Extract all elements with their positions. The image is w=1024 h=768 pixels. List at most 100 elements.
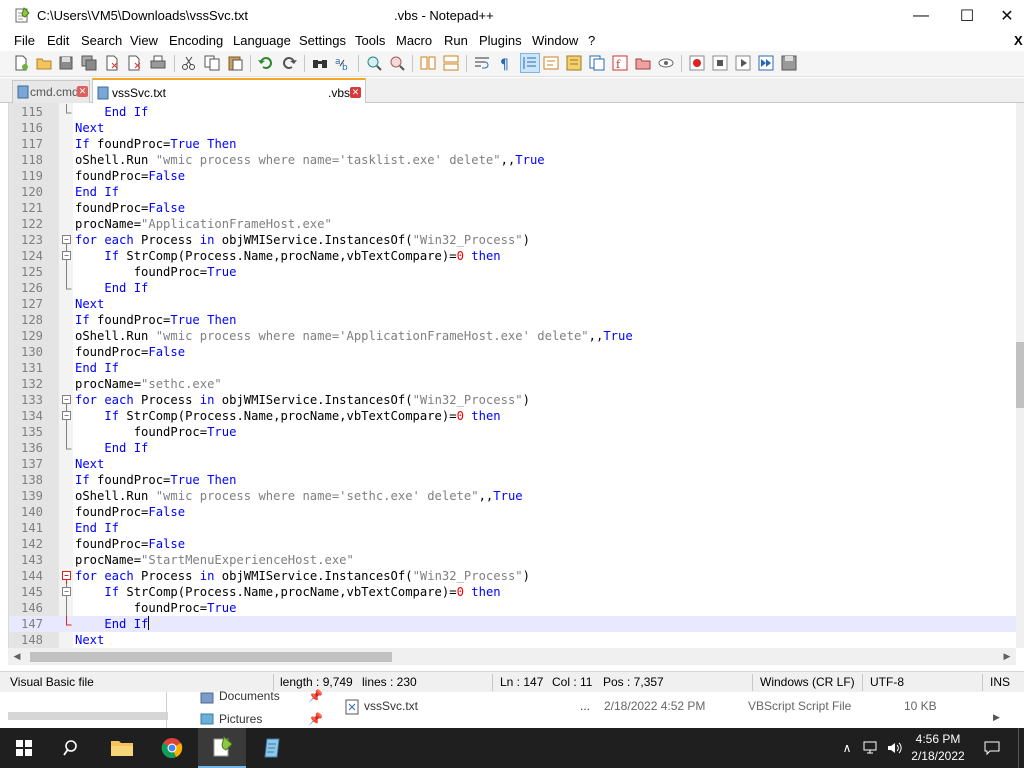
code-line[interactable]: 125 foundProc=True [9,264,1016,280]
code-line[interactable]: 118 oShell.Run "wmic process where name='… [9,152,1016,168]
clock-time[interactable]: 4:56 PM [903,732,973,746]
code-line[interactable]: 137 Next [9,456,1016,472]
file-row-vsssvc[interactable]: vssSvc.txt ... 2/18/2022 4:52 PM VBScrip… [336,692,956,728]
taskbar-notepadpp[interactable] [198,728,246,768]
sync-vertical-button[interactable] [419,54,437,72]
menu-window[interactable]: Window [532,33,578,48]
new-file-button[interactable] [12,54,30,72]
code-line[interactable]: 130 foundProc=False [9,344,1016,360]
menu-macro[interactable]: Macro [396,33,432,48]
menu-search[interactable]: Search [81,33,122,48]
taskbar-chrome[interactable] [148,728,196,768]
fold-minus-icon[interactable] [61,568,73,584]
tab-close-icon[interactable]: ✕ [350,87,361,98]
redo-button[interactable] [280,54,298,72]
code-line[interactable]: 131 End If [9,360,1016,376]
code-line[interactable]: 143 procName="StartMenuExperienceHost.exe… [9,552,1016,568]
save-macro-button[interactable] [780,54,798,72]
code-line[interactable]: 133 for each Process in objWMIService.Ins… [9,392,1016,408]
code-line[interactable]: 115 End If [9,104,1016,120]
action-center-button[interactable] [976,728,1008,768]
doc-map-button[interactable] [565,54,583,72]
tab-cmd-cmd[interactable]: cmd.cmd ✕ [12,80,90,103]
find-button[interactable] [311,54,329,72]
code-line[interactable]: 123 for each Process in objWMIService.Ins… [9,232,1016,248]
taskbar-notepad[interactable] [248,728,296,768]
code-line[interactable]: 134 If StrComp(Process.Name,procName,vbT… [9,408,1016,424]
fold-minus-icon[interactable] [61,232,73,248]
menu-tools[interactable]: Tools [355,33,385,48]
code-line[interactable]: 145 If StrComp(Process.Name,procName,vbT… [9,584,1016,600]
zoom-in-button[interactable] [365,54,383,72]
menu-plugins[interactable]: Plugins [479,33,522,48]
word-wrap-button[interactable] [473,54,491,72]
save-all-button[interactable] [80,54,98,72]
fold-minus-icon[interactable] [61,248,73,264]
tab-close-icon[interactable]: ✕ [77,86,88,97]
fold-minus-icon[interactable] [61,392,73,408]
code-line[interactable]: 132 procName="sethc.exe" [9,376,1016,392]
code-line[interactable]: 116 Next [9,120,1016,136]
code-line[interactable]: 138 If foundProc=True Then [9,472,1016,488]
code-line[interactable]: 142 foundProc=False [9,536,1016,552]
taskbar-file-explorer[interactable] [98,728,146,768]
menu-file[interactable]: File [14,33,35,48]
code-line[interactable]: 124 If StrComp(Process.Name,procName,vbT… [9,248,1016,264]
nav-pictures[interactable]: Pictures [219,712,262,726]
menu-encoding[interactable]: Encoding [169,33,223,48]
clock-date[interactable]: 2/18/2022 [903,749,973,763]
open-file-button[interactable] [35,54,53,72]
search-button[interactable] [48,728,96,768]
code-line[interactable]: 139 oShell.Run "wmic process where name='… [9,488,1016,504]
code-line[interactable]: 121 foundProc=False [9,200,1016,216]
vertical-scroll-thumb[interactable] [1016,342,1024,408]
paste-button[interactable] [226,54,244,72]
code-line[interactable]: 148 Next [9,632,1016,648]
tab-vsssvc[interactable]: vssSvc.txt .vbs ✕ [92,78,366,104]
code-line[interactable]: 122 procName="ApplicationFrameHost.exe" [9,216,1016,232]
code-line[interactable]: 119 foundProc=False [9,168,1016,184]
title-bar[interactable]: C:\Users\VM5\Downloads\vssSvc.txt .vbs -… [0,0,1024,31]
copy-button[interactable] [203,54,221,72]
menu-language[interactable]: Language [233,33,291,48]
code-line[interactable]: 120 End If [9,184,1016,200]
monitoring-button[interactable] [657,54,675,72]
menu-run[interactable]: Run [444,33,468,48]
maximize-button[interactable]: ☐ [944,0,990,31]
indent-guide-button[interactable] [520,53,540,73]
undo-button[interactable] [257,54,275,72]
close-all-button[interactable] [126,54,144,72]
nav-documents[interactable]: Documents [219,689,280,703]
code-editor[interactable]: 115 End If 116 Next 117 If foundProc=True Th… [8,103,1016,648]
network-button[interactable] [860,728,882,768]
close-document-x[interactable]: X [1014,33,1023,48]
code-line[interactable]: 140 foundProc=False [9,504,1016,520]
menu-help[interactable]: ? [588,33,595,48]
show-all-chars-button[interactable]: ¶ [496,54,514,72]
code-line[interactable]: 126 End If [9,280,1016,296]
code-line[interactable]: 146 foundProc=True [9,600,1016,616]
start-button[interactable] [0,728,48,768]
fold-minus-icon[interactable] [61,408,73,424]
menu-edit[interactable]: Edit [47,33,69,48]
code-line[interactable]: 147 End If [9,616,1016,632]
close-window-button[interactable]: ✕ [990,0,1024,31]
user-language-button[interactable] [542,54,560,72]
cut-button[interactable] [180,54,198,72]
folder-as-workspace-button[interactable] [634,54,652,72]
horizontal-scroll-thumb[interactable] [30,652,392,662]
code-line[interactable]: 128 If foundProc=True Then [9,312,1016,328]
menu-settings[interactable]: Settings [299,33,346,48]
horizontal-scrollbar[interactable]: ◀ ▶ [8,648,1016,665]
stop-macro-button[interactable] [711,54,729,72]
minimize-button[interactable]: — [898,0,944,31]
code-line[interactable]: 136 End If [9,440,1016,456]
code-line[interactable]: 144 for each Process in objWMIService.Ins… [9,568,1016,584]
run-macro-multiple-button[interactable] [757,54,775,72]
print-button[interactable] [149,54,167,72]
code-line[interactable]: 141 End If [9,520,1016,536]
sync-horizontal-button[interactable] [442,54,460,72]
fold-minus-icon[interactable] [61,584,73,600]
code-line[interactable]: 117 If foundProc=True Then [9,136,1016,152]
code-line[interactable]: 129 oShell.Run "wmic process where name='… [9,328,1016,344]
